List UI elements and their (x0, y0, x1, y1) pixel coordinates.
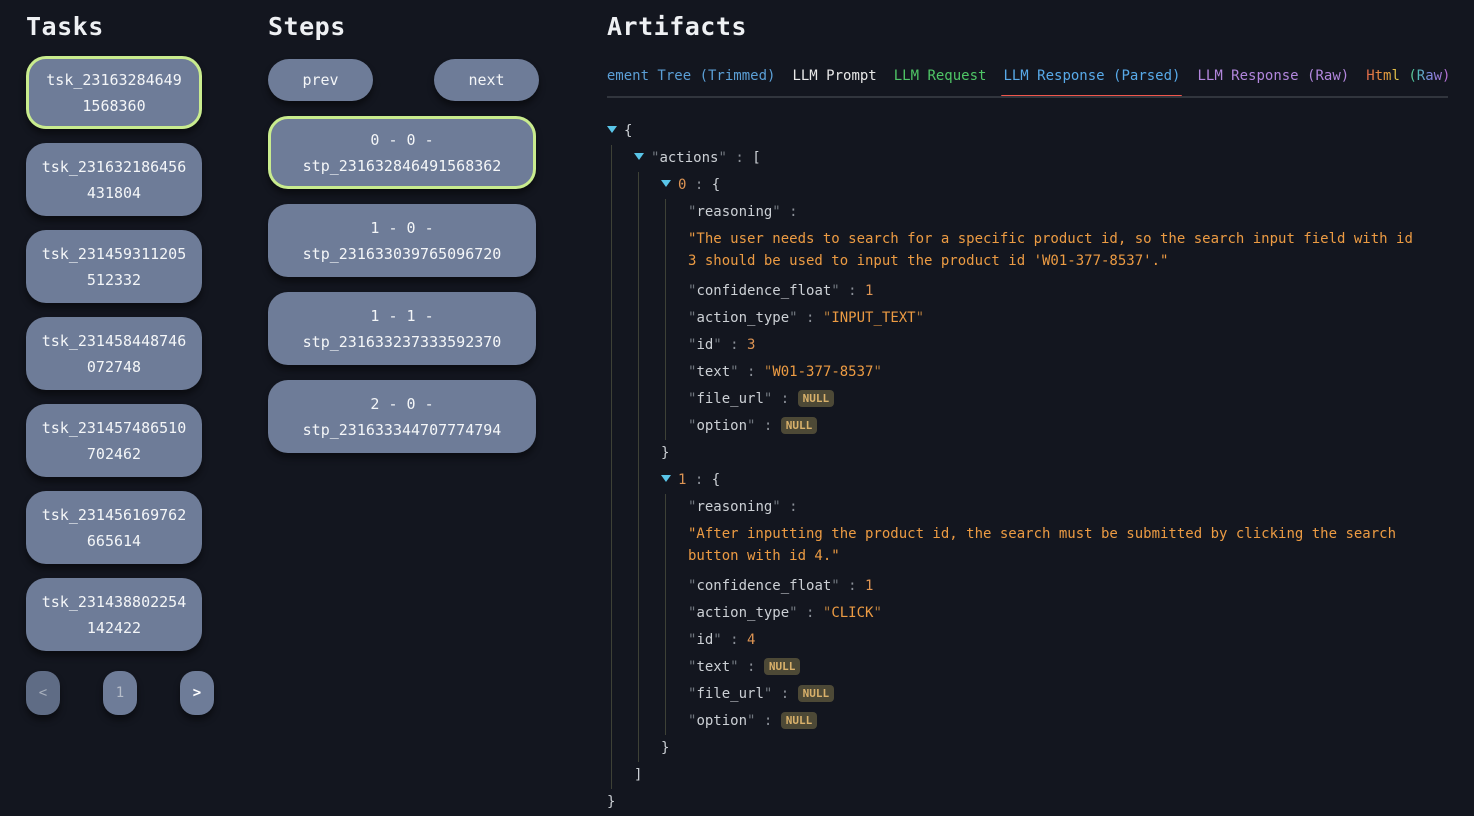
null-badge: NULL (798, 390, 835, 407)
steps-prev-button[interactable]: prev (268, 59, 373, 101)
json-row-text: "text" : "W01-377-8537" (688, 359, 1448, 386)
step-id-label: 1 - 0 - stp_231633039765096720 (292, 215, 512, 267)
pagination-prev-button[interactable]: < (26, 671, 60, 715)
task-button[interactable]: tsk_231632846491568360 (26, 56, 202, 129)
task-id-label: tsk_231457486510702462 (40, 415, 188, 467)
tasks-list: tsk_231632846491568360 tsk_23163218645643… (26, 56, 214, 651)
json-row-confidence_float: "confidence_float" : 1 (688, 278, 1448, 305)
step-id-label: 1 - 1 - stp_231633237333592370 (292, 303, 512, 355)
step-button[interactable]: 0 - 0 - stp_231632846491568362 (268, 116, 536, 189)
json-row-action_type: "action_type" : "INPUT_TEXT" (688, 305, 1448, 332)
step-button[interactable]: 1 - 0 - stp_231633039765096720 (268, 204, 536, 277)
tab-element-tree-trimmed[interactable]: Element Tree (Trimmed) (607, 68, 775, 84)
task-button[interactable]: tsk_231459311205512332 (26, 230, 202, 303)
task-id-label: tsk_231438802254142422 (40, 589, 188, 641)
tab-llm-request[interactable]: LLM Request (894, 68, 987, 84)
task-id-label: tsk_231632186456431804 (40, 154, 188, 206)
task-id-label: tsk_231456169762665614 (40, 502, 188, 554)
steps-title: Steps (268, 12, 539, 42)
step-id-label: 2 - 0 - stp_231633344707774794 (292, 391, 512, 443)
steps-nav: prev next (268, 59, 539, 101)
json-close-row: } (607, 789, 1448, 816)
collapse-arrow-icon[interactable] (634, 153, 644, 160)
step-button[interactable]: 1 - 1 - stp_231633237333592370 (268, 292, 536, 365)
artifacts-panel: Artifacts Element Tree (Trimmed) LLM Prom… (607, 12, 1448, 816)
json-row-1: 1 : { (661, 467, 1448, 494)
json-row-id: "id" : 3 (688, 332, 1448, 359)
task-id-label: tsk_231458448746072748 (40, 328, 188, 380)
json-row-file_url: "file_url" : NULL (688, 386, 1448, 413)
pagination-page-1-button[interactable]: 1 (103, 671, 137, 715)
json-row-reasoning: "reasoning" : (688, 199, 1448, 226)
steps-next-button[interactable]: next (434, 59, 539, 101)
steps-panel: Steps prev next 0 - 0 - stp_231632846491… (268, 12, 539, 453)
task-id-label: tsk_231459311205512332 (40, 241, 188, 293)
json-root-row: { (607, 118, 1448, 145)
artifacts-tab-bar: Element Tree (Trimmed) LLM Prompt LLM Requ… (607, 68, 1448, 98)
json-row-option: "option" : NULL (688, 708, 1448, 735)
collapse-arrow-icon[interactable] (607, 126, 617, 133)
json-row-reasoning: "reasoning" : (688, 494, 1448, 521)
tasks-panel: Tasks tsk_231632846491568360 tsk_23163218… (26, 12, 214, 715)
json-children: "reasoning" : "After inputting the produ… (665, 494, 1448, 735)
task-button[interactable]: tsk_231632186456431804 (26, 143, 202, 216)
json-row-actions: "actions" : [ (634, 145, 1448, 172)
tasks-pagination: < 1 > (26, 671, 214, 715)
step-button[interactable]: 2 - 0 - stp_231633344707774794 (268, 380, 536, 453)
null-badge: NULL (798, 685, 835, 702)
step-id-label: 0 - 0 - stp_231632846491568362 (295, 127, 509, 179)
task-id-label: tsk_231632846491568360 (43, 67, 185, 119)
json-row-action_type: "action_type" : "CLICK" (688, 600, 1448, 627)
task-button[interactable]: tsk_231458448746072748 (26, 317, 202, 390)
steps-list: 0 - 0 - stp_231632846491568362 1 - 0 - st… (268, 116, 539, 453)
json-row-option: "option" : NULL (688, 413, 1448, 440)
tab-llm-response-parsed[interactable]: LLM Response (Parsed) (1003, 68, 1180, 84)
json-row-0: 0 : { (661, 172, 1448, 199)
task-button[interactable]: tsk_231438802254142422 (26, 578, 202, 651)
json-row-confidence_float: "confidence_float" : 1 (688, 573, 1448, 600)
null-badge: NULL (764, 658, 801, 675)
tasks-title: Tasks (26, 12, 214, 42)
null-badge: NULL (781, 712, 818, 729)
json-string-block: "After inputting the product id, the sea… (688, 523, 1418, 567)
json-children: "reasoning" : "The user needs to search … (665, 199, 1448, 440)
json-children: "actions" : [0 : {"reasoning" : "The use… (611, 145, 1448, 789)
json-children: 0 : {"reasoning" : "The user needs to se… (638, 172, 1448, 762)
json-close-row: ] (634, 762, 1448, 789)
collapse-arrow-icon[interactable] (661, 475, 671, 482)
json-close-row: } (661, 440, 1448, 467)
json-tree-viewer: {"actions" : [0 : {"reasoning" : "The us… (607, 118, 1448, 816)
json-row-file_url: "file_url" : NULL (688, 681, 1448, 708)
collapse-arrow-icon[interactable] (661, 180, 671, 187)
tab-html-raw[interactable]: Html (Raw) (1366, 68, 1448, 84)
json-close-row: } (661, 735, 1448, 762)
json-string-block: "The user needs to search for a specific… (688, 228, 1418, 272)
task-button[interactable]: tsk_231456169762665614 (26, 491, 202, 564)
json-row-text: "text" : NULL (688, 654, 1448, 681)
artifacts-title: Artifacts (607, 12, 1448, 42)
null-badge: NULL (781, 417, 818, 434)
pagination-next-button[interactable]: > (180, 671, 214, 715)
task-button[interactable]: tsk_231457486510702462 (26, 404, 202, 477)
json-row-id: "id" : 4 (688, 627, 1448, 654)
tab-llm-prompt[interactable]: LLM Prompt (792, 68, 876, 84)
tab-llm-response-raw[interactable]: LLM Response (Raw) (1197, 68, 1349, 84)
